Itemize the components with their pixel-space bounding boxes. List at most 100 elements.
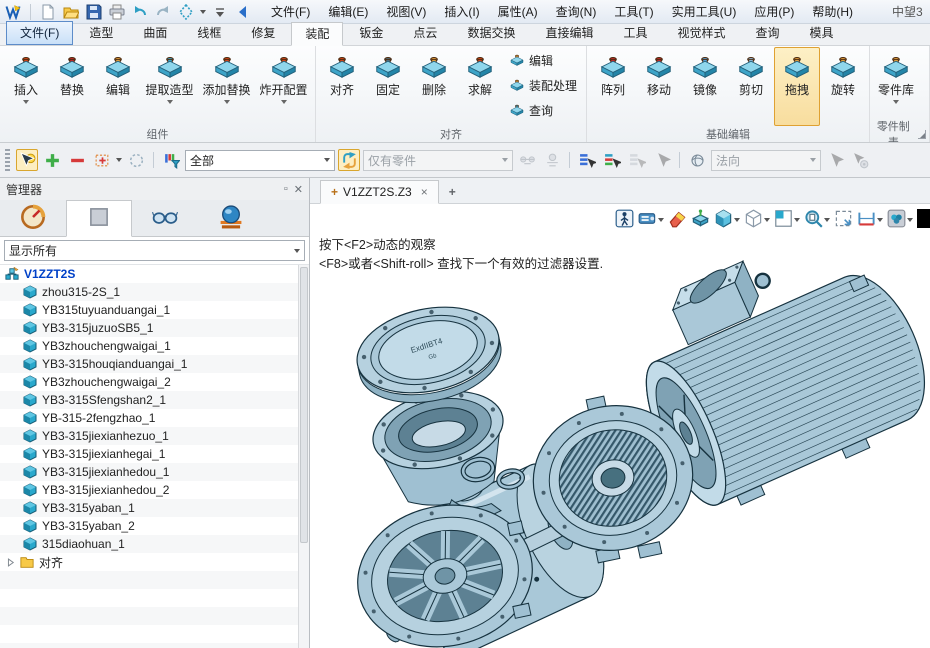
window-select-icon[interactable] (91, 149, 113, 171)
ribbon-button-extract-shape[interactable]: 提取造型 (141, 47, 198, 126)
ribbon-button-delete[interactable]: 删除 (411, 47, 457, 126)
pick-list-colored-icon[interactable] (601, 149, 623, 171)
eraser-icon[interactable] (667, 208, 688, 232)
undo-icon[interactable] (131, 3, 149, 21)
save-icon[interactable] (85, 3, 103, 21)
tree-root[interactable]: V1ZZT2S (0, 265, 298, 283)
add-select-icon[interactable] (41, 149, 63, 171)
ribbon-tab-visual-style[interactable]: 视觉样式 (663, 21, 739, 45)
menu-item-inquire[interactable]: 查询(N) (547, 0, 606, 23)
manager-tab-visibility-manager[interactable] (132, 200, 198, 236)
ribbon-tab-mold[interactable]: 模具 (796, 21, 848, 45)
restore-panel-icon[interactable]: ▫ (284, 183, 288, 196)
menu-item-attributes[interactable]: 属性(A) (489, 0, 547, 23)
3d-viewport[interactable]: ExdIIBT4 Gb (310, 204, 930, 648)
menu-item-help[interactable]: 帮助(H) (803, 0, 862, 23)
tree-item-YB315tuyuanduangai_1[interactable]: YB315tuyuanduangai_1 (0, 301, 298, 319)
print-icon[interactable] (108, 3, 126, 21)
tree-item-YB3-315jiexianhezuo_1[interactable]: YB3-315jiexianhezuo_1 (0, 427, 298, 445)
fit-window-icon[interactable] (833, 208, 854, 232)
toolbar-grip[interactable] (5, 149, 10, 171)
eyebolt[interactable] (753, 272, 771, 290)
display-settings-icon[interactable] (637, 208, 665, 232)
new-tab-button[interactable]: + (439, 181, 466, 203)
ribbon-button-pattern[interactable]: 阵列 (590, 47, 636, 126)
collapse-ribbon-icon[interactable] (234, 3, 252, 21)
ribbon-tab-inquire[interactable]: 查询 (742, 21, 794, 45)
close-panel-icon[interactable]: ✕ (294, 183, 303, 196)
ribbon-button-inquire-constraint[interactable]: 查询 (505, 100, 581, 121)
ribbon-button-edit[interactable]: 编辑 (95, 47, 141, 126)
tree-item-YB3zhouchengwaigai_2[interactable]: YB3zhouchengwaigai_2 (0, 373, 298, 391)
tree-item-YB3-315jiexianhegai_1[interactable]: YB3-315jiexianhegai_1 (0, 445, 298, 463)
dialog-launcher-icon[interactable] (918, 130, 926, 139)
close-tab-icon[interactable]: × (417, 185, 428, 199)
ribbon-tab-surface[interactable]: 曲面 (129, 21, 181, 45)
zoom-view-icon[interactable] (803, 208, 831, 232)
filter-icon[interactable] (160, 149, 182, 171)
ribbon-button-mirror[interactable]: 镜像 (682, 47, 728, 126)
pick-list-icon[interactable] (576, 149, 598, 171)
tree-item-YB3-315juzuoSB5_1[interactable]: YB3-315juzuoSB5_1 (0, 319, 298, 337)
ribbon-button-part-library[interactable]: 零件库 (873, 47, 919, 126)
shaded-cube-icon[interactable] (713, 208, 741, 232)
ribbon-tab-sheet-metal[interactable]: 钣金 (345, 21, 397, 45)
tree-item-YB3-315Sfengshan2_1[interactable]: YB3-315Sfengshan2_1 (0, 391, 298, 409)
tree-item-YB3-315houqianduangai_1[interactable]: YB3-315houqianduangai_1 (0, 355, 298, 373)
ribbon-button-drag[interactable]: 拖拽 (774, 47, 820, 126)
reuse-selection-icon[interactable] (338, 149, 360, 171)
ribbon-button-add-replace[interactable]: 添加替换 (198, 47, 255, 126)
chevron-down-icon[interactable] (116, 158, 122, 162)
tree-scrollbar-thumb[interactable] (300, 267, 308, 543)
menu-item-application[interactable]: 应用(P) (745, 0, 803, 23)
ribbon-button-insert[interactable]: 插入 (3, 47, 49, 126)
render-dome-icon[interactable] (886, 208, 914, 232)
ribbon-button-explode-config[interactable]: 炸开配置 (255, 47, 312, 126)
tree-item-zhou315-2S_1[interactable]: zhou315-2S_1 (0, 283, 298, 301)
tree-scrollbar[interactable] (298, 265, 309, 648)
ribbon-tab-repair[interactable]: 修复 (237, 21, 289, 45)
entity-filter-combo[interactable]: 全部 (185, 150, 335, 171)
document-tab-v1zzt2s[interactable]: + V1ZZT2S.Z3 × (320, 180, 439, 204)
ribbon-tab-file[interactable]: 文件(F) (6, 21, 73, 45)
ribbon-button-solve[interactable]: 求解 (457, 47, 503, 126)
app-logo-icon[interactable] (4, 3, 22, 21)
orientation-sphere-icon[interactable] (686, 149, 708, 171)
ribbon-button-assembly-process[interactable]: 装配处理 (505, 75, 581, 96)
chevron-down-icon[interactable] (200, 10, 206, 14)
menu-item-edit[interactable]: 编辑(E) (319, 0, 377, 23)
tree-item-YB-315-2fengzhao_1[interactable]: YB-315-2fengzhao_1 (0, 409, 298, 427)
ribbon-button-rotate[interactable]: 旋转 (820, 47, 866, 126)
menu-item-view[interactable]: 视图(V) (377, 0, 435, 23)
ribbon-tab-shape[interactable]: 造型 (75, 21, 127, 45)
menu-item-insert[interactable]: 插入(I) (435, 0, 488, 23)
background-swatch[interactable] (916, 208, 930, 232)
walkthrough-icon[interactable] (614, 208, 635, 232)
toolbar-options-icon[interactable] (211, 3, 229, 21)
tree-filter-combo[interactable]: 显示所有 (4, 240, 305, 261)
menu-item-file[interactable]: 文件(F) (262, 0, 319, 23)
tree-item-YB3zhouchengwaigai_1[interactable]: YB3zhouchengwaigai_1 (0, 337, 298, 355)
menu-item-utilities[interactable]: 实用工具(U) (663, 0, 746, 23)
ribbon-button-edit-constraint[interactable]: 编辑 (505, 50, 581, 71)
wireframe-cube-icon[interactable] (743, 208, 771, 232)
pick-highlight-icon[interactable] (16, 149, 38, 171)
remove-select-icon[interactable] (66, 149, 88, 171)
lasso-select-icon[interactable] (125, 149, 147, 171)
ribbon-tab-point-cloud[interactable]: 点云 (399, 21, 451, 45)
tree-folder[interactable]: 对齐 (0, 553, 298, 571)
pin-box-icon[interactable] (690, 208, 711, 232)
redo-icon[interactable] (154, 3, 172, 21)
ribbon-button-move[interactable]: 移动 (636, 47, 682, 126)
manager-tab-history-manager[interactable] (0, 200, 66, 236)
new-file-icon[interactable] (39, 3, 57, 21)
expander-icon[interactable] (4, 556, 17, 569)
ribbon-tab-tools[interactable]: 工具 (609, 21, 661, 45)
view-orientation-icon[interactable] (177, 3, 195, 21)
ribbon-button-replace[interactable]: 替换 (49, 47, 95, 126)
open-file-icon[interactable] (62, 3, 80, 21)
menu-item-tools[interactable]: 工具(T) (605, 0, 662, 23)
manager-tab-assembly-manager[interactable] (66, 200, 132, 237)
tree-item-315diaohuan_1[interactable]: 315diaohuan_1 (0, 535, 298, 553)
ribbon-button-align[interactable]: 对齐 (319, 47, 365, 126)
